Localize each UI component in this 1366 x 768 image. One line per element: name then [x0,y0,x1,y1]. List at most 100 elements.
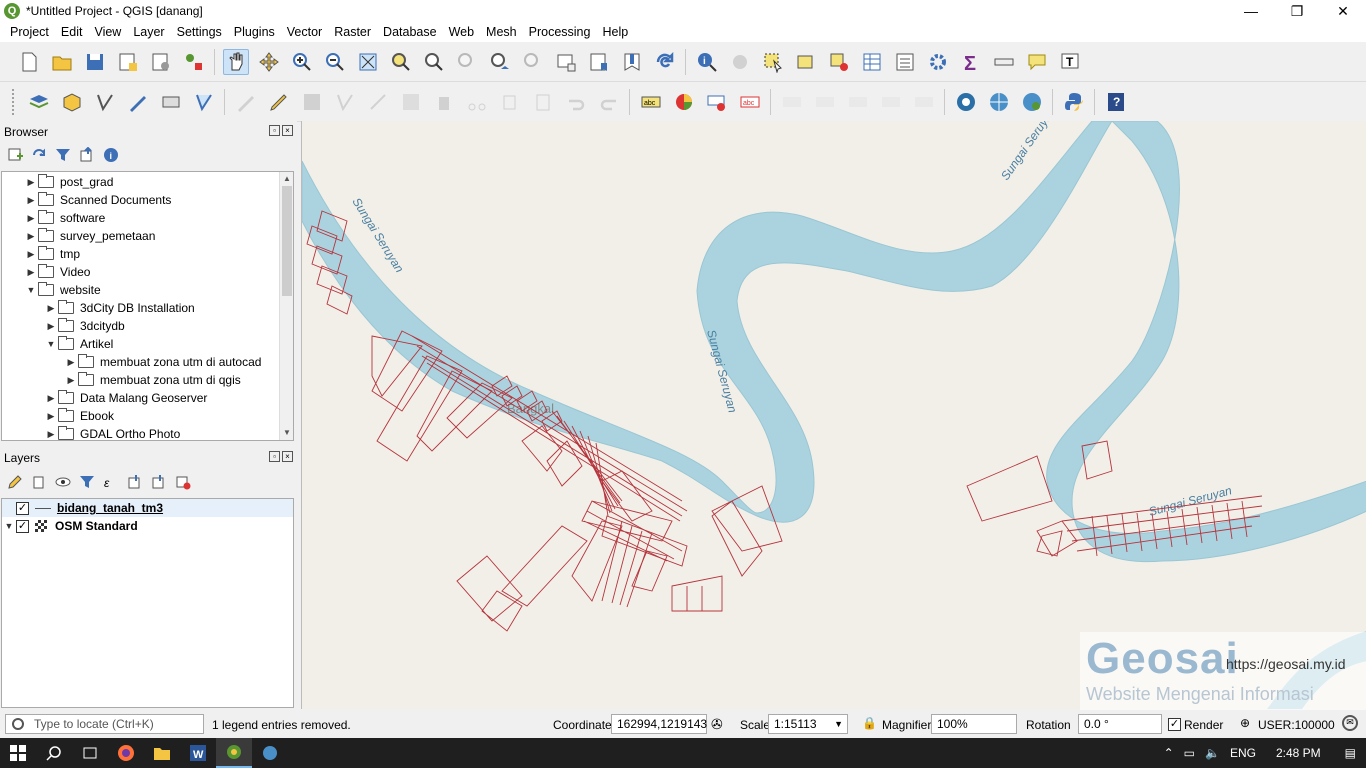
delete-selected-icon[interactable] [431,89,457,115]
expand-arrow-icon[interactable]: ▶ [44,429,58,440]
change-label-icon[interactable] [878,89,904,115]
browser-tree-item[interactable]: ▼ Artikel [2,335,293,353]
search-taskbar-icon[interactable] [36,738,72,768]
pin-labels-icon[interactable] [704,89,730,115]
filter-legend-icon[interactable] [78,473,96,491]
collapse-layers-icon[interactable] [150,473,168,491]
close-layers-button[interactable]: × [282,451,293,462]
new-scratch-layer-icon[interactable] [125,89,151,115]
menu-database[interactable]: Database [377,25,443,39]
add-selected-layers-icon[interactable] [6,146,24,164]
new-virtual-layer-icon[interactable] [158,89,184,115]
toggle-extents-icon[interactable]: ✇ [711,716,723,733]
layer-visibility-checkbox[interactable]: ✓ [16,519,29,533]
network-icon[interactable]: ▭ [1184,746,1195,760]
word-icon[interactable]: W [180,738,216,768]
new-print-layout-icon[interactable] [115,49,141,75]
browser-tree-item[interactable]: ▶ Data Malang Geoserver [2,389,293,407]
add-group-icon[interactable] [30,473,48,491]
locator-search-input[interactable]: Type to locate (Ctrl+K) [5,714,204,734]
identify-features-icon[interactable]: i [694,49,720,75]
tray-chevron-up-icon[interactable]: ⌃ [1164,746,1174,760]
data-source-manager-icon[interactable] [26,89,52,115]
expand-arrow-icon[interactable]: ▼ [24,285,38,295]
language-indicator[interactable]: ENG [1230,746,1256,760]
layer-row-bidang-tanah[interactable]: ✓ bidang_tanah_tm3 [2,499,293,517]
menu-settings[interactable]: Settings [171,25,228,39]
processing-toolbox-icon[interactable] [925,49,951,75]
current-edits-icon[interactable] [233,89,259,115]
label-properties-icon[interactable] [911,89,937,115]
collapse-all-icon[interactable] [78,146,96,164]
new-project-icon[interactable] [16,49,42,75]
zoom-native-icon[interactable] [454,49,480,75]
pan-map-icon[interactable] [222,48,249,75]
notifications-icon[interactable]: ▤ [1345,746,1356,760]
new-shapefile-layer-icon[interactable] [92,89,118,115]
expand-arrow-icon[interactable]: ▶ [44,411,58,422]
crs-label[interactable]: USER:100000 [1258,718,1335,732]
map-canvas[interactable]: Sungai Seruyan Sungai Seruyan Sungai Ser… [301,121,1366,709]
coordinate-field[interactable]: 162994,1219143 [611,714,707,734]
lock-scale-icon[interactable]: 🔒 [862,716,877,730]
manage-visibility-icon[interactable] [54,473,72,491]
expand-arrow-icon[interactable]: ▶ [24,213,38,224]
float-layers-button[interactable]: ▫ [269,451,280,462]
browser-tree-item[interactable]: ▼ website [2,281,293,299]
layer-visibility-checkbox[interactable]: ✓ [16,501,29,515]
save-project-icon[interactable] [82,49,108,75]
refresh-icon[interactable] [652,49,678,75]
browser-tree-item[interactable]: ▶ membuat zona utm di autocad [2,353,293,371]
menu-edit[interactable]: Edit [55,25,89,39]
scale-combobox[interactable]: 1:15113 ▼ [768,714,848,734]
browser-tree-item[interactable]: ▶ GDAL Ortho Photo [2,425,293,440]
magnifier-spinbox[interactable]: 100% [931,714,1017,734]
qgis-taskbar-icon[interactable] [216,738,252,768]
modify-attributes-icon[interactable] [398,89,424,115]
style-panel-icon[interactable] [6,473,24,491]
expand-arrow-icon[interactable]: ▼ [44,339,58,349]
task-view-icon[interactable] [72,738,108,768]
layout-manager-icon[interactable] [148,49,174,75]
undo-icon[interactable] [563,89,589,115]
layer-labeling-icon[interactable]: abc [638,89,664,115]
measure-line-icon[interactable] [991,49,1017,75]
remove-layer-icon[interactable] [174,473,192,491]
new-map-view-icon[interactable] [553,49,579,75]
expand-arrow-icon[interactable]: ▶ [24,195,38,206]
firefox-icon[interactable] [108,738,144,768]
open-project-icon[interactable] [49,49,75,75]
show-hide-labels-icon[interactable] [812,89,838,115]
metasearch-icon[interactable] [953,89,979,115]
zoom-to-layer-icon[interactable] [421,49,447,75]
browser-tree-item[interactable]: ▶ Scanned Documents [2,191,293,209]
browser-tree-item[interactable]: ▶ survey_pemetaan [2,227,293,245]
map-svg[interactable]: Sungai Seruyan Sungai Seruyan Sungai Ser… [302,121,1366,709]
browser-tree-item[interactable]: ▶ tmp [2,245,293,263]
minimize-button[interactable]: — [1228,0,1274,22]
help-icon[interactable]: ? [1103,89,1129,115]
new-geopackage-layer-icon[interactable] [59,89,85,115]
run-action-icon[interactable] [727,49,753,75]
zoom-next-icon[interactable] [520,49,546,75]
messages-icon[interactable]: ✉ [1342,715,1358,731]
render-checkbox[interactable]: ✓ [1168,718,1181,731]
menu-layer[interactable]: Layer [127,25,170,39]
properties-info-icon[interactable]: i [102,146,120,164]
menu-raster[interactable]: Raster [328,25,377,39]
browser-tree-item[interactable]: ▶ post_grad [2,173,293,191]
app-taskbar-icon[interactable] [252,738,288,768]
browser-tree-item[interactable]: ▶ 3dCity DB Installation [2,299,293,317]
crs-globe-icon[interactable]: ⊕ [1240,716,1250,730]
add-feature-icon[interactable] [332,89,358,115]
zoom-last-icon[interactable] [487,49,513,75]
expand-arrow-icon[interactable]: ▶ [44,303,58,314]
menu-vector[interactable]: Vector [281,25,328,39]
clock[interactable]: 2:48 PM [1276,746,1321,760]
float-panel-button[interactable]: ▫ [269,125,280,136]
browser-tree-item[interactable]: ▶ Video [2,263,293,281]
expand-arrow-icon[interactable]: ▶ [44,393,58,404]
menu-project[interactable]: Project [4,25,55,39]
paste-features-icon[interactable] [530,89,556,115]
new-bookmark-icon[interactable] [586,49,612,75]
